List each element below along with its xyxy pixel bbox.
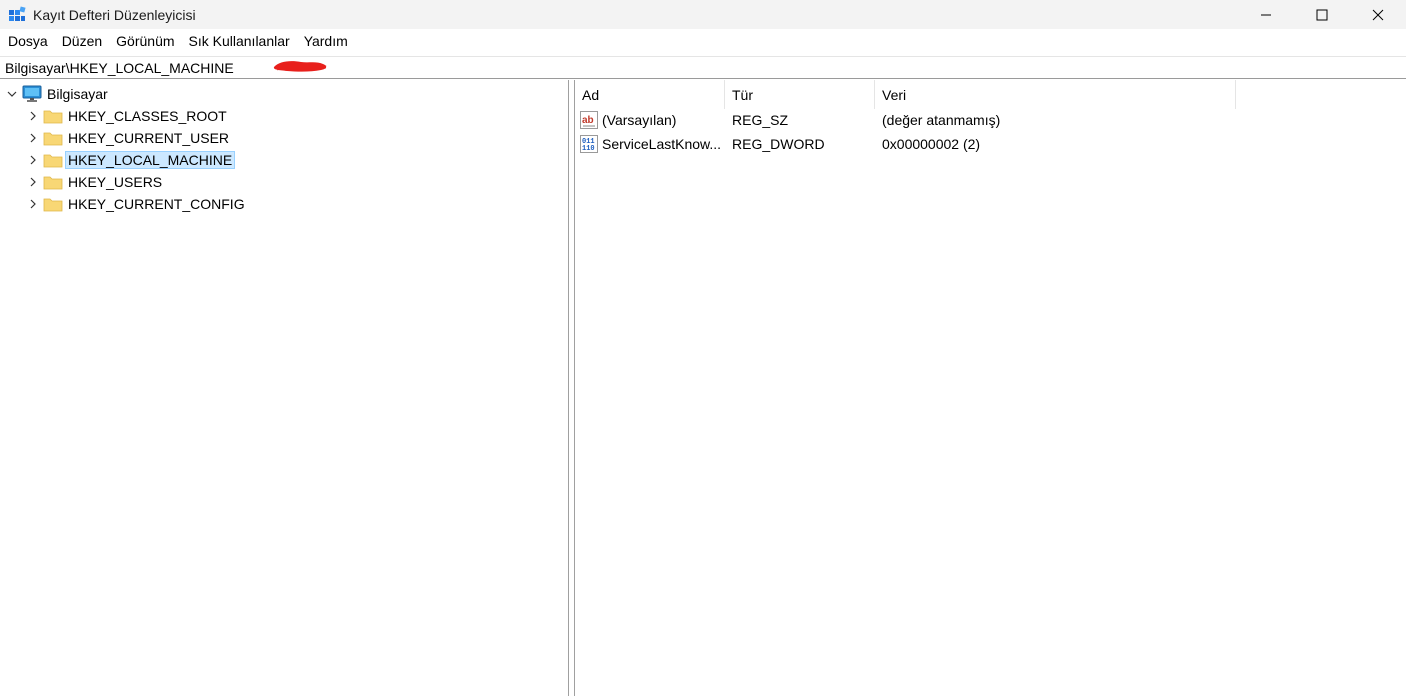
regedit-icon xyxy=(9,5,26,21)
title-bar: Kayıt Defteri Düzenleyicisi xyxy=(0,0,1406,29)
pane-splitter[interactable] xyxy=(568,80,575,696)
tree-item-computer[interactable]: Bilgisayar xyxy=(5,83,111,105)
svg-text:110: 110 xyxy=(582,145,595,153)
menu-help[interactable]: Yardım xyxy=(297,29,355,54)
maximize-icon xyxy=(1316,9,1328,20)
chevron-right-icon[interactable] xyxy=(26,131,40,145)
value-type: REG_DWORD xyxy=(732,136,825,152)
minimize-button[interactable] xyxy=(1238,0,1294,29)
value-data: (değer atanmamış) xyxy=(882,112,1001,128)
tree-label-hklm: HKEY_LOCAL_MACHINE xyxy=(65,151,236,169)
computer-icon xyxy=(22,85,42,102)
close-button[interactable] xyxy=(1350,0,1406,29)
values-list: Ad Tür Veri ab (Varsayılan) REG_SZ (değe… xyxy=(575,80,1406,696)
value-type: REG_SZ xyxy=(732,112,789,128)
svg-text:ab: ab xyxy=(582,115,594,126)
folder-icon xyxy=(43,176,63,190)
window-title: Kayıt Defteri Düzenleyicisi xyxy=(33,6,196,23)
folder-icon xyxy=(43,110,63,124)
tree-label-hkcu: HKEY_CURRENT_USER xyxy=(68,130,230,146)
folder-icon xyxy=(43,132,63,146)
binary-value-icon: 011 110 xyxy=(580,135,598,153)
column-header-type[interactable]: Tür xyxy=(725,80,875,109)
minimize-icon xyxy=(1261,14,1271,15)
value-data: 0x00000002 (2) xyxy=(882,136,981,152)
address-path: Bilgisayar\HKEY_LOCAL_MACHINE xyxy=(5,59,234,76)
value-row[interactable]: ab (Varsayılan) REG_SZ (değer atanmamış) xyxy=(575,108,1406,132)
chevron-right-icon[interactable] xyxy=(26,175,40,189)
value-name: ServiceLastKnow... xyxy=(602,136,722,152)
menu-favorites[interactable]: Sık Kullanılanlar xyxy=(182,29,297,54)
tree-item-hklm[interactable]: HKEY_LOCAL_MACHINE xyxy=(26,149,236,171)
window-controls xyxy=(1238,0,1406,29)
redaction-mark xyxy=(273,61,327,72)
maximize-button[interactable] xyxy=(1294,0,1350,29)
key-tree: Bilgisayar HKEY_CLASSES_ROOT HKEY_CURREN… xyxy=(0,80,568,696)
menu-edit[interactable]: Düzen xyxy=(55,29,109,54)
tree-label-hkcc: HKEY_CURRENT_CONFIG xyxy=(68,196,245,212)
menu-bar: Dosya Düzen Görünüm Sık Kullanılanlar Ya… xyxy=(0,29,1406,54)
tree-item-hkcr[interactable]: HKEY_CLASSES_ROOT xyxy=(26,105,230,127)
close-icon xyxy=(1372,9,1384,20)
column-header-name[interactable]: Ad xyxy=(575,80,725,109)
tree-label-computer: Bilgisayar xyxy=(47,86,108,102)
string-value-icon: ab xyxy=(580,111,598,129)
tree-label-hku: HKEY_USERS xyxy=(68,174,163,190)
folder-icon xyxy=(43,154,63,168)
chevron-right-icon[interactable] xyxy=(26,109,40,123)
chevron-down-icon[interactable] xyxy=(5,87,19,101)
tree-item-hkcc[interactable]: HKEY_CURRENT_CONFIG xyxy=(26,193,248,215)
tree-item-hkcu[interactable]: HKEY_CURRENT_USER xyxy=(26,127,232,149)
menu-file[interactable]: Dosya xyxy=(1,29,55,54)
value-name: (Varsayılan) xyxy=(602,112,677,128)
tree-label-hkcr: HKEY_CLASSES_ROOT xyxy=(68,108,227,124)
chevron-right-icon[interactable] xyxy=(26,153,40,167)
chevron-right-icon[interactable] xyxy=(26,197,40,211)
folder-icon xyxy=(43,198,63,212)
address-bar[interactable]: Bilgisayar\HKEY_LOCAL_MACHINE xyxy=(0,56,1406,79)
value-row[interactable]: 011 110 ServiceLastKnow... REG_DWORD 0x0… xyxy=(575,132,1406,156)
menu-view[interactable]: Görünüm xyxy=(109,29,181,54)
tree-item-hku[interactable]: HKEY_USERS xyxy=(26,171,165,193)
column-header-data[interactable]: Veri xyxy=(875,80,1236,109)
